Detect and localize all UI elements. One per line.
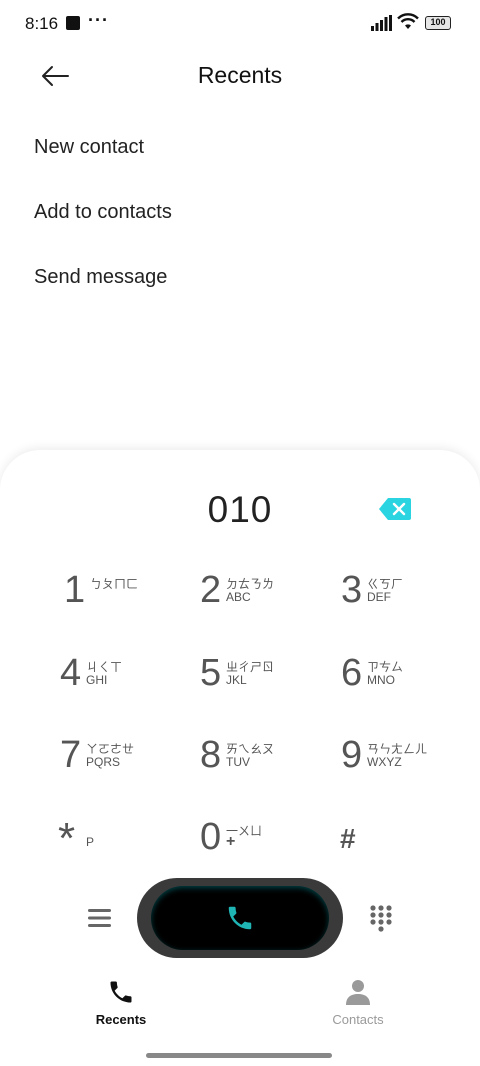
key-digit: 1 — [64, 569, 86, 611]
dialpad-icon — [370, 905, 392, 932]
tab-contacts-label: Contacts — [332, 1012, 384, 1027]
key-letters: TUV — [226, 755, 250, 769]
wifi-icon — [397, 13, 419, 29]
key-6[interactable]: 6 ㄗㄘㄙ MNO — [341, 651, 461, 711]
key-3[interactable]: 3 ㄍㄎㄏ DEF — [341, 568, 461, 628]
tab-recents[interactable]: Recents — [61, 978, 181, 1034]
key-7[interactable]: 7 ㄚㄛㄜㄝ PQRS — [60, 733, 180, 793]
call-button-inner — [151, 886, 329, 950]
phone-icon — [110, 981, 132, 1003]
key-letters: GHI — [86, 673, 108, 687]
backspace-icon — [379, 498, 411, 520]
key-5[interactable]: 5 ㄓㄔㄕㄖ JKL — [200, 651, 320, 711]
key-digit: 8 — [200, 734, 222, 776]
person-icon — [346, 980, 370, 1005]
key-letters: JKL — [226, 673, 247, 687]
home-indicator[interactable] — [146, 1053, 332, 1058]
menu-button[interactable] — [86, 905, 114, 931]
key-star[interactable]: * P — [58, 815, 178, 875]
key-digit: 9 — [341, 734, 363, 776]
backspace-button[interactable] — [378, 497, 412, 521]
key-letters: + — [226, 833, 236, 850]
key-letters: PQRS — [86, 755, 121, 769]
key-digit: # — [340, 823, 356, 854]
signal-icon — [371, 15, 392, 31]
header: Recents — [0, 48, 480, 106]
key-9[interactable]: 9 ㄢㄣㄤㄥㄦ WXYZ — [341, 733, 461, 793]
key-letters: WXYZ — [367, 755, 402, 769]
key-digit: 5 — [200, 652, 222, 694]
tab-recents-label: Recents — [95, 1012, 147, 1027]
phone-icon — [228, 906, 252, 930]
key-1[interactable]: 1 ㄅㄆㄇㄈ — [64, 568, 184, 628]
key-letters: MNO — [367, 673, 395, 687]
more-notifications-icon: ··· — [88, 10, 109, 30]
key-digit: 2 — [200, 569, 222, 611]
key-letters: DEF — [367, 590, 391, 604]
key-hash[interactable]: # — [340, 815, 460, 875]
tab-contacts[interactable]: Contacts — [298, 978, 418, 1034]
call-button[interactable] — [137, 878, 343, 958]
key-digit: 4 — [60, 652, 82, 694]
page-title: Recents — [197, 62, 283, 88]
send-message-option[interactable]: Send message — [34, 266, 167, 289]
key-digit: 0 — [200, 816, 222, 858]
key-letters: P — [86, 835, 95, 849]
key-8[interactable]: 8 ㄞㄟㄠㄡ TUV — [200, 733, 320, 793]
key-0[interactable]: 0 一ㄨㄩ + — [200, 815, 320, 875]
notification-icon — [66, 16, 80, 30]
key-letters: ABC — [226, 590, 251, 604]
key-4[interactable]: 4 ㄐㄑㄒ GHI — [60, 651, 180, 711]
key-digit: 7 — [60, 734, 82, 776]
keypad-toggle-button[interactable] — [366, 904, 396, 934]
hamburger-menu-icon — [88, 909, 111, 927]
add-to-contacts-option[interactable]: Add to contacts — [34, 201, 172, 224]
key-digit: 3 — [341, 569, 363, 611]
status-bar: 8:16 ··· 100 — [0, 0, 480, 48]
key-letters: ㄅㄆㄇㄈ — [90, 577, 139, 591]
battery-icon: 100 — [425, 16, 451, 30]
key-digit: 6 — [341, 652, 363, 694]
key-digit: * — [58, 814, 76, 863]
key-2[interactable]: 2 ㄉㄊㄋㄌ ABC — [200, 568, 320, 628]
new-contact-option[interactable]: New contact — [34, 136, 144, 159]
status-time: 8:16 — [25, 14, 59, 33]
